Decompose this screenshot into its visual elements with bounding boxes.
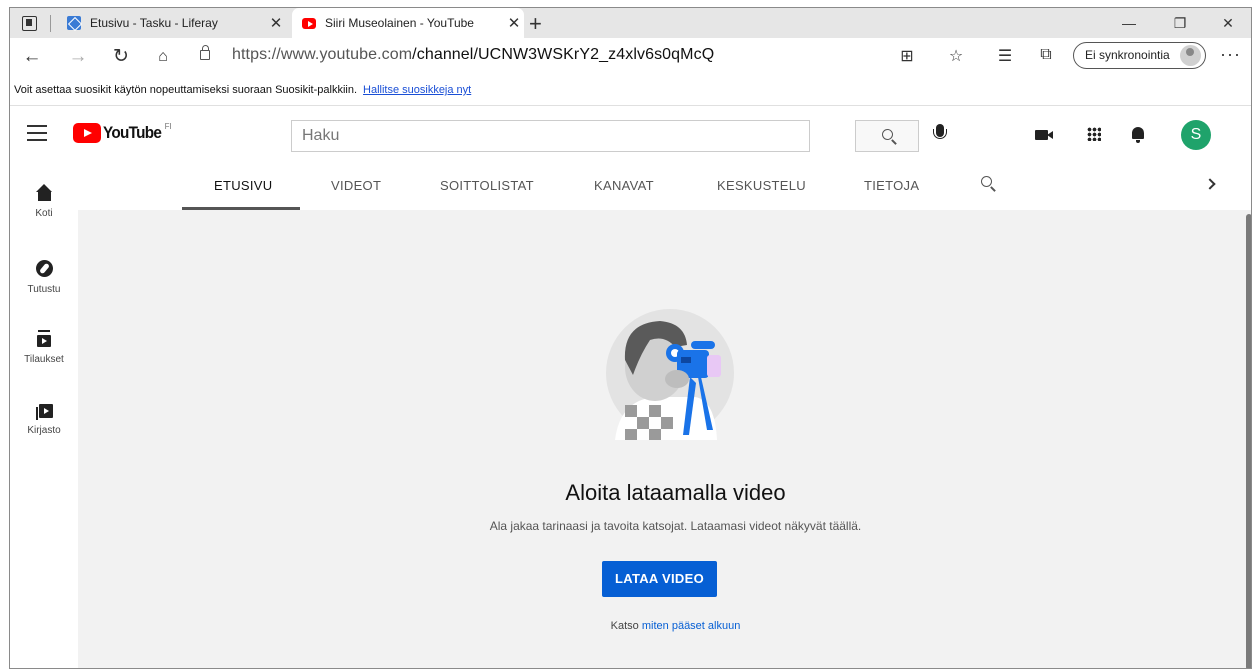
help-prefix: Katso bbox=[610, 620, 639, 632]
upload-video-button[interactable]: LATAA VIDEO bbox=[602, 561, 717, 597]
channel-tabs: ETUSIVU VIDEOT SOITTOLISTAT KANAVAT KESK… bbox=[78, 162, 1251, 210]
sidebar-item-label: Tutustu bbox=[27, 284, 61, 295]
tab-liferay[interactable]: Etusivu - Tasku - Liferay ✕ bbox=[60, 8, 286, 38]
create-video-icon[interactable] bbox=[1035, 130, 1053, 140]
sidebar-item-label: Kirjasto bbox=[27, 425, 61, 436]
sidebar-item-subscriptions[interactable]: Tilaukset bbox=[10, 330, 78, 365]
search-icon bbox=[882, 129, 893, 140]
forward-arrow-icon[interactable]: → bbox=[66, 47, 90, 67]
account-avatar[interactable]: S bbox=[1181, 120, 1211, 150]
sidebar-item-label: Tilaukset bbox=[24, 354, 64, 365]
minimize-button[interactable]: — bbox=[1109, 12, 1149, 34]
immersive-reader-icon[interactable]: ⊞ bbox=[896, 46, 918, 66]
add-favorite-icon[interactable]: ☆ bbox=[945, 46, 967, 66]
tab-videos[interactable]: VIDEOT bbox=[331, 178, 381, 193]
help-line: Katso miten pääset alkuun bbox=[78, 620, 1251, 632]
library-icon bbox=[36, 404, 53, 420]
tab-close-icon[interactable]: ✕ bbox=[504, 14, 524, 32]
home-icon bbox=[35, 184, 52, 201]
empty-state-subtitle: Ala jakaa tarinaasi ja tavoita katsojat.… bbox=[489, 519, 862, 533]
favorites-bar-text: Voit asettaa suosikit käytön nopeuttamis… bbox=[14, 84, 358, 96]
sidebar-item-home[interactable]: Koti bbox=[10, 184, 78, 219]
window-close-button[interactable]: ✕ bbox=[1208, 12, 1248, 34]
scrollbar-thumb[interactable] bbox=[1246, 214, 1251, 668]
profile-avatar-icon bbox=[1180, 45, 1201, 66]
getting-started-link[interactable]: miten pääset alkuun bbox=[642, 620, 740, 632]
refresh-icon[interactable]: ↻ bbox=[109, 47, 133, 67]
explore-icon bbox=[35, 260, 53, 277]
liferay-favicon-icon bbox=[67, 16, 81, 30]
empty-state-title: Aloita lataamalla video bbox=[565, 480, 786, 505]
home-icon[interactable]: ⌂ bbox=[151, 47, 175, 67]
chevron-right-icon[interactable] bbox=[1204, 178, 1216, 190]
notifications-bell-icon[interactable] bbox=[1132, 127, 1144, 143]
guide-sidebar: Koti Tutustu Tilaukset Kirjasto bbox=[10, 162, 78, 668]
more-options-icon[interactable]: ··· bbox=[1220, 44, 1241, 65]
new-tab-button[interactable]: + bbox=[529, 11, 542, 37]
youtube-page: YouTube FI Haku S Koti Tutustu Tilaukset… bbox=[10, 106, 1251, 668]
tab-strip: Etusivu - Tasku - Liferay ✕ Siiri Museol… bbox=[10, 8, 1251, 38]
sync-label: Ei synkronointia bbox=[1085, 48, 1170, 62]
tab-youtube[interactable]: Siiri Museolainen - YouTube ✕ bbox=[292, 8, 524, 38]
tab-actions-icon[interactable] bbox=[20, 14, 38, 32]
youtube-favicon-icon bbox=[302, 17, 316, 29]
address-bar[interactable]: https://www.youtube.com/channel/UCNW3WSK… bbox=[232, 46, 714, 64]
youtube-masthead: YouTube FI Haku S bbox=[10, 106, 1251, 162]
tab-close-icon[interactable]: ✕ bbox=[266, 14, 286, 32]
sidebar-item-label: Koti bbox=[35, 208, 53, 219]
channel-search-icon[interactable] bbox=[981, 176, 992, 187]
sidebar-item-explore[interactable]: Tutustu bbox=[10, 260, 78, 295]
url-host: https://www.youtube.com bbox=[232, 46, 413, 63]
tab-home[interactable]: ETUSIVU bbox=[214, 178, 272, 193]
menu-icon[interactable] bbox=[27, 125, 47, 141]
youtube-wordmark: YouTube bbox=[103, 123, 162, 142]
search-button[interactable] bbox=[855, 120, 919, 152]
collections-icon[interactable]: ⧉ bbox=[1035, 46, 1057, 64]
page-scrollbar[interactable] bbox=[1244, 210, 1251, 668]
lock-icon[interactable] bbox=[200, 45, 210, 60]
sidebar-item-library[interactable]: Kirjasto bbox=[10, 404, 78, 436]
apps-grid-icon[interactable] bbox=[1087, 127, 1101, 141]
address-toolbar: ← → ↻ ⌂ https://www.youtube.com/channel/… bbox=[10, 38, 1251, 78]
tab-channels[interactable]: KANAVAT bbox=[594, 178, 654, 193]
youtube-play-icon bbox=[73, 123, 101, 143]
youtube-logo[interactable]: YouTube FI bbox=[73, 121, 172, 143]
sync-profile-button[interactable]: Ei synkronointia bbox=[1073, 42, 1206, 69]
tab-playlists[interactable]: SOITTOLISTAT bbox=[440, 178, 534, 193]
browser-window: Etusivu - Tasku - Liferay ✕ Siiri Museol… bbox=[9, 7, 1252, 669]
tab-about[interactable]: TIETOJA bbox=[864, 178, 919, 193]
tab-separator bbox=[50, 15, 51, 32]
restore-button[interactable]: ❐ bbox=[1160, 12, 1200, 34]
region-code: FI bbox=[164, 121, 172, 131]
camera-person-illustration bbox=[606, 309, 734, 440]
microphone-icon[interactable] bbox=[933, 124, 947, 139]
channel-content: Aloita lataamalla video Ala jakaa tarina… bbox=[78, 210, 1251, 668]
tab-title: Etusivu - Tasku - Liferay bbox=[90, 16, 218, 30]
back-arrow-icon[interactable]: ← bbox=[20, 47, 44, 67]
url-path: /channel/UCNW3WSKrY2_z4xlv6s0qMcQ bbox=[412, 46, 715, 63]
favorites-bar: Voit asettaa suosikit käytön nopeuttamis… bbox=[10, 78, 1251, 106]
favorites-icon[interactable]: ☰ bbox=[994, 46, 1016, 66]
tab-title: Siiri Museolainen - YouTube bbox=[325, 16, 474, 30]
manage-favorites-link[interactable]: Hallitse suosikkeja nyt bbox=[363, 84, 471, 96]
search-input[interactable]: Haku bbox=[291, 120, 810, 152]
tab-discussion[interactable]: KESKUSTELU bbox=[717, 178, 806, 193]
subscriptions-icon bbox=[37, 330, 51, 347]
